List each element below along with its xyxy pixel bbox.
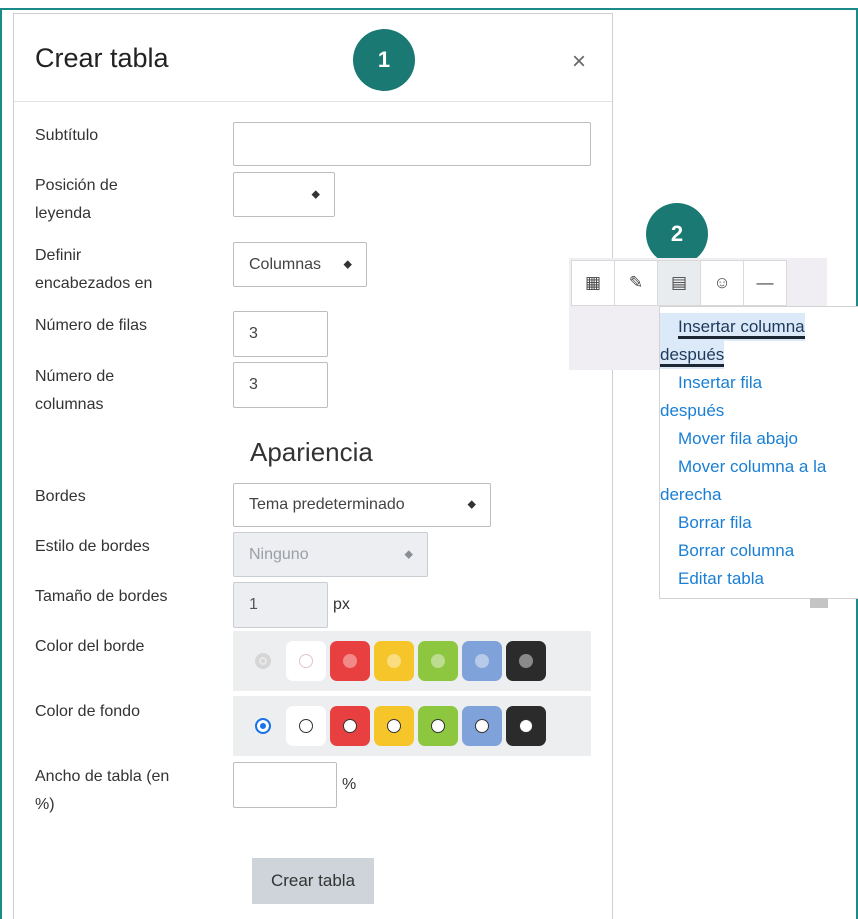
border-color-swatches <box>233 631 591 691</box>
menu-item-label: Insertar fila <box>678 373 763 392</box>
table-context-menu: Insertar columna después Insertar fila d… <box>659 306 858 599</box>
border-style-label: Estilo de bordes <box>35 538 150 555</box>
headers-label-line1: Definir <box>35 247 82 264</box>
dialog-header: Crear tabla × <box>14 14 612 102</box>
menu-item-label: derecha <box>660 485 722 504</box>
menu-item-label: Insertar columna <box>678 317 805 339</box>
create-table-button[interactable]: Crear tabla <box>252 858 374 904</box>
step-badge-2: 2 <box>646 203 708 265</box>
border-color-black-swatch[interactable] <box>506 641 546 681</box>
menu-item-label: Mover fila abajo <box>678 429 799 448</box>
menu-item-move-column-right[interactable]: Mover columna a la derecha <box>660 453 826 509</box>
table-width-input[interactable] <box>233 762 337 808</box>
menu-item-label: después <box>660 345 725 367</box>
border-style-select-value: Ninguno <box>249 545 309 563</box>
headers-select-value: Columnas <box>249 255 322 273</box>
menu-item-insert-row-after[interactable]: Insertar fila después <box>660 369 762 425</box>
headers-label-line2: encabezados en <box>35 275 153 292</box>
background-color-red-swatch[interactable] <box>330 706 370 746</box>
border-size-input-value: 1 <box>249 596 258 613</box>
columns-input[interactable]: 3 <box>233 362 328 408</box>
editor-toolbar: ▦ ✎ ▤ ☺ — <box>571 260 787 306</box>
step-badge-1: 1 <box>353 29 415 91</box>
borders-label: Bordes <box>35 488 86 505</box>
menu-item-edit-table[interactable]: Editar tabla <box>660 565 764 593</box>
columns-label-line1: Número de <box>35 368 115 385</box>
rows-input[interactable]: 3 <box>233 311 328 357</box>
border-style-select[interactable]: Ninguno ◆ <box>233 532 428 577</box>
smiley-icon[interactable]: ☺ <box>700 260 744 306</box>
scrollbar-stub <box>810 598 828 608</box>
caption-position-select[interactable]: ◆ <box>233 172 335 217</box>
border-color-label: Color del borde <box>35 638 145 655</box>
table-width-label-line2: %) <box>35 796 55 813</box>
border-size-label: Tamaño de bordes <box>35 588 168 605</box>
background-color-radio[interactable] <box>255 718 271 734</box>
headers-select[interactable]: Columnas ◆ <box>233 242 367 287</box>
subtitle-label: Subtítulo <box>35 127 99 144</box>
caption-position-label-line1: Posición de <box>35 177 118 194</box>
borders-select-value: Tema predeterminado <box>249 496 405 513</box>
close-button[interactable]: × <box>572 50 586 74</box>
menu-item-move-row-down[interactable]: Mover fila abajo <box>660 425 798 453</box>
background-color-white-swatch[interactable] <box>286 706 326 746</box>
background-color-label: Color de fondo <box>35 703 140 720</box>
background-color-yellow-swatch[interactable] <box>374 706 414 746</box>
columns-input-value: 3 <box>249 376 258 393</box>
border-color-green-swatch[interactable] <box>418 641 458 681</box>
background-color-swatches <box>233 696 591 756</box>
background-color-blue-swatch[interactable] <box>462 706 502 746</box>
background-color-green-swatch[interactable] <box>418 706 458 746</box>
menu-item-label: Borrar fila <box>678 513 752 532</box>
select-arrows-icon: ◆ <box>467 498 476 511</box>
select-arrows-icon: ◆ <box>343 258 352 270</box>
menu-item-label: después <box>660 401 725 420</box>
border-color-blue-swatch[interactable] <box>462 641 502 681</box>
menu-item-label: Editar tabla <box>678 569 764 588</box>
menu-item-label: Borrar columna <box>678 541 795 560</box>
calculator-icon[interactable]: ▦ <box>571 260 615 306</box>
subtitle-input[interactable] <box>233 122 591 166</box>
caption-position-label-line2: leyenda <box>35 205 92 222</box>
background-color-black-swatch[interactable] <box>506 706 546 746</box>
appearance-heading: Apariencia <box>250 437 373 467</box>
select-arrows-icon: ◆ <box>404 548 413 560</box>
borders-select[interactable]: Tema predeterminado ◆ <box>233 483 491 527</box>
dialog-title: Crear tabla <box>35 43 169 73</box>
border-color-yellow-swatch[interactable] <box>374 641 414 681</box>
menu-item-insert-column-after[interactable]: Insertar columna después <box>660 313 805 369</box>
rows-label: Número de filas <box>35 317 148 334</box>
border-color-white-swatch[interactable] <box>286 641 326 681</box>
border-size-input[interactable]: 1 <box>233 582 328 628</box>
table-width-label-line1: Ancho de tabla (en <box>35 768 170 785</box>
menu-item-label: Mover columna a la <box>678 457 827 476</box>
menu-item-delete-row[interactable]: Borrar fila <box>660 509 752 537</box>
menu-item-delete-column[interactable]: Borrar columna <box>660 537 794 565</box>
select-arrows-icon: ◆ <box>311 188 320 200</box>
border-color-radio[interactable] <box>255 653 271 669</box>
columns-label-line2: columnas <box>35 396 104 413</box>
border-size-unit: px <box>333 596 350 613</box>
edit-icon[interactable]: ✎ <box>614 260 658 306</box>
horizontal-rule-icon[interactable]: — <box>743 260 787 306</box>
table-width-unit: % <box>342 776 357 793</box>
table-icon[interactable]: ▤ <box>657 260 701 306</box>
border-color-red-swatch[interactable] <box>330 641 370 681</box>
rows-input-value: 3 <box>249 325 258 342</box>
